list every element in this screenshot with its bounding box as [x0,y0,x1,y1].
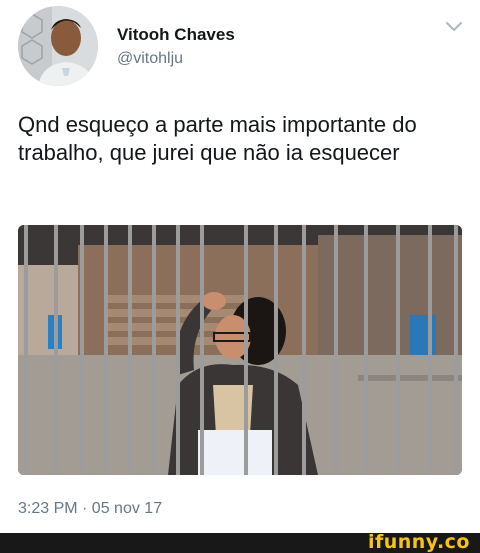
tweet-photo[interactable] [18,225,462,475]
photo-image [18,225,462,475]
author-name[interactable]: Vitooh Chaves [117,25,235,45]
author-handle[interactable]: @vitohlju [117,50,183,68]
avatar[interactable] [18,6,98,86]
watermark-bar: ifunny.co [0,531,480,553]
tweet-timestamp[interactable]: 3:23 PM · 05 nov 17 [18,500,162,518]
tweet-card: Vitooh Chaves @vitohlju Qnd esqueço a pa… [0,0,480,533]
avatar-image [18,6,98,86]
chevron-down-icon[interactable] [444,20,464,34]
tweet-text: Qnd esqueço a parte mais importante do t… [18,112,417,165]
watermark-logo: ifunny.co [367,531,470,553]
